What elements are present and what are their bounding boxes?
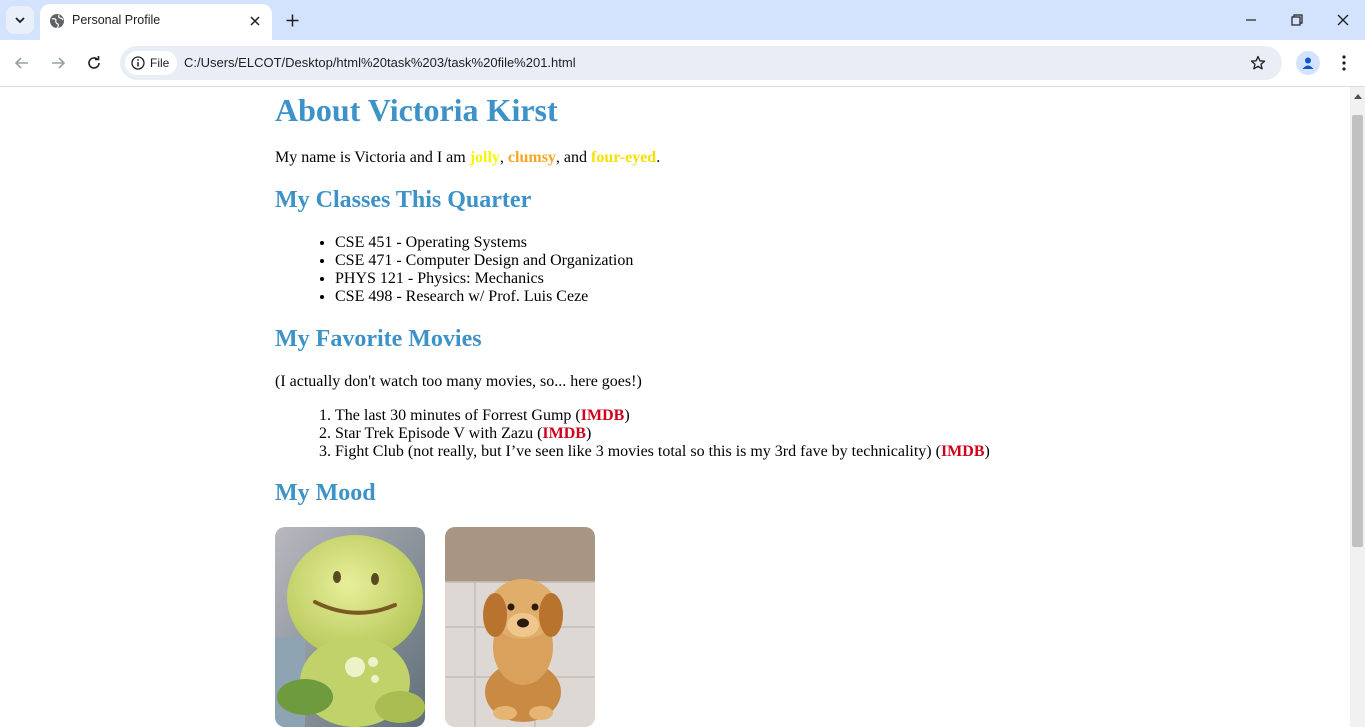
browser-menu-button[interactable] xyxy=(1333,51,1355,75)
active-tab[interactable]: Personal Profile xyxy=(40,4,272,40)
more-vertical-icon xyxy=(1342,55,1346,71)
class-item: CSE 471 - Computer Design and Organizati… xyxy=(335,252,633,270)
site-info-chip[interactable]: File xyxy=(125,51,177,75)
smiley-toy-image xyxy=(275,527,425,727)
movie-text: Star Trek Episode V with Zazu ( xyxy=(335,425,543,442)
close-icon xyxy=(1337,14,1349,26)
imdb-link[interactable]: IMDB xyxy=(941,443,985,460)
avatar-icon xyxy=(1302,57,1314,69)
new-tab-button[interactable] xyxy=(281,9,303,31)
movie-item: Fight Club (not really, but I’ve seen li… xyxy=(335,443,990,461)
tab-strip: Personal Profile xyxy=(0,0,1365,40)
minimize-icon xyxy=(1246,19,1256,21)
class-item: PHYS 121 - Physics: Mechanics xyxy=(335,270,633,288)
forward-button[interactable] xyxy=(44,49,72,77)
chevron-down-icon xyxy=(15,17,25,24)
scroll-up-button[interactable] xyxy=(1350,87,1365,104)
globe-icon xyxy=(50,14,64,29)
movie-close-paren: ) xyxy=(624,407,630,424)
toolbar-divider xyxy=(0,86,1365,87)
movie-close-paren: ) xyxy=(585,425,592,442)
tab-search-button[interactable] xyxy=(6,6,34,34)
bookmark-button[interactable] xyxy=(1247,52,1269,74)
back-button[interactable] xyxy=(8,49,36,77)
tab-title: Personal Profile xyxy=(72,13,161,27)
adjective-clumsy: clumsy xyxy=(507,149,556,166)
page-title: About Victoria Kirst xyxy=(275,92,558,128)
classes-list: CSE 451 - Operating Systems CSE 471 - Co… xyxy=(275,234,633,306)
star-icon xyxy=(1250,55,1266,70)
reload-button[interactable] xyxy=(80,49,108,77)
mood-heading: My Mood xyxy=(275,480,376,506)
close-window-button[interactable] xyxy=(1328,6,1358,34)
restore-button[interactable] xyxy=(1282,6,1312,34)
movie-item: The last 30 minutes of Forrest Gump (IMD… xyxy=(335,407,990,425)
profile-button[interactable] xyxy=(1296,51,1320,75)
puppy-image xyxy=(445,527,595,727)
site-chip-label: File xyxy=(150,56,170,70)
vertical-scrollbar[interactable] xyxy=(1350,87,1365,727)
intro-suffix: . xyxy=(656,149,661,166)
minimize-button[interactable] xyxy=(1236,6,1266,34)
close-icon xyxy=(250,16,260,26)
intro-paragraph: My name is Victoria and I am jolly, clum… xyxy=(275,149,660,167)
adjective-jolly: jolly xyxy=(469,149,500,166)
arrow-right-icon xyxy=(52,57,66,69)
browser-toolbar: File C:/Users/ELCOT/Desktop/html%20task%… xyxy=(0,40,1365,86)
intro-prefix: My name is Victoria and I am xyxy=(275,149,470,166)
adjective-four-eyed: four-eyed xyxy=(591,149,657,166)
imdb-link[interactable]: IMDB xyxy=(542,425,586,442)
url-text[interactable]: C:/Users/ELCOT/Desktop/html%20task%203/t… xyxy=(184,55,576,70)
address-bar[interactable]: File C:/Users/ELCOT/Desktop/html%20task%… xyxy=(120,46,1282,80)
intro-separator: , xyxy=(499,149,508,166)
imdb-link[interactable]: IMDB xyxy=(581,407,625,424)
arrow-left-icon xyxy=(14,57,28,69)
tab-close-button[interactable] xyxy=(245,11,265,31)
class-item: CSE 451 - Operating Systems xyxy=(335,234,633,252)
scrollbar-thumb[interactable] xyxy=(1352,115,1363,547)
movie-close-paren: ) xyxy=(984,443,990,460)
movies-list: The last 30 minutes of Forrest Gump (IMD… xyxy=(275,407,990,461)
movies-heading: My Favorite Movies xyxy=(275,326,482,352)
class-item: CSE 498 - Research w/ Prof. Luis Ceze xyxy=(335,288,633,306)
movie-item: Star Trek Episode V with Zazu (IMDB) xyxy=(335,425,990,443)
plus-icon xyxy=(286,14,298,26)
intro-separator: , and xyxy=(555,149,592,166)
movie-text: The last 30 minutes of Forrest Gump ( xyxy=(335,407,581,424)
triangle-up-icon xyxy=(1353,93,1362,99)
reload-icon xyxy=(88,56,100,69)
movie-text: Fight Club (not really, but I’ve seen li… xyxy=(335,443,941,460)
restore-icon xyxy=(1291,14,1303,26)
classes-heading: My Classes This Quarter xyxy=(275,187,532,213)
info-icon xyxy=(131,56,145,70)
movies-note: (I actually don't watch too many movies,… xyxy=(275,373,642,390)
